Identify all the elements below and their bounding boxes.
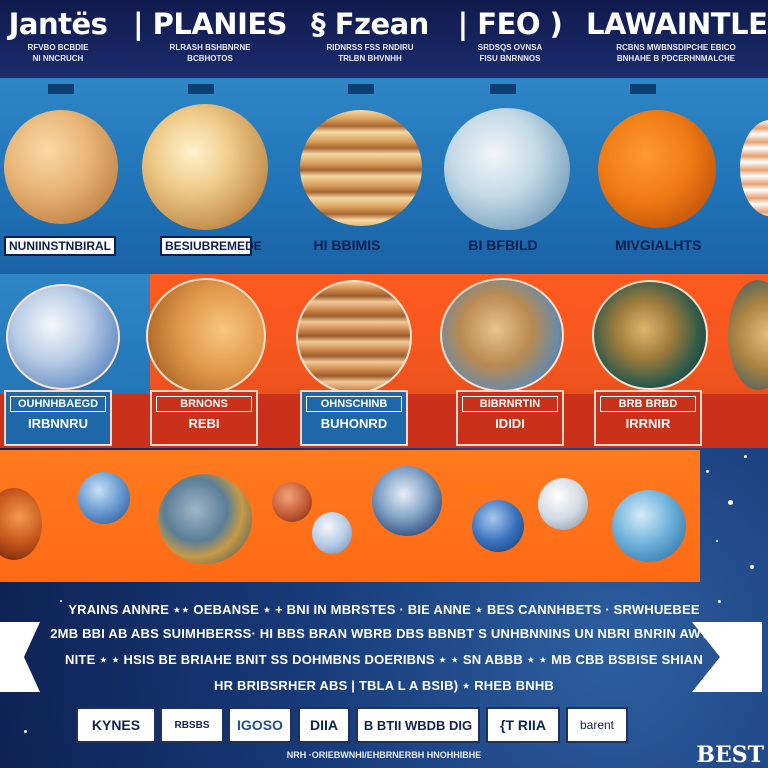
header-col-1: Jantës RFVBO BCBDIE NI NNCRUCH: [8, 6, 108, 64]
header-col-3: § Fzean RIDNRSS FSS RNDIRU TRLBN BHVNHH: [300, 6, 440, 64]
footer-fineprint: NRH ·ORIEBWNHI/EHBRNERBH HNOHHIBHE: [286, 750, 482, 760]
header-sub: RIDNRSS FSS RNDIRU: [326, 43, 414, 52]
planet-mercury: [146, 278, 266, 394]
sponsor-logo: barent: [566, 707, 628, 743]
planet-small-blue-2: [472, 500, 524, 552]
planet-tag-text: BUHONRD: [320, 416, 388, 431]
planet-tag-title: BRB BRBD: [600, 396, 696, 412]
planet-label-1: NUNIINSTNBIRAL: [4, 234, 116, 270]
planet-tag-text: REBI: [188, 416, 220, 431]
planet-partial-2: [728, 280, 768, 390]
sponsor-logo: DIIA: [298, 707, 350, 743]
planet-tag-title: BIBRNRTIN: [462, 396, 558, 412]
planet-small-neptune: [612, 490, 686, 562]
footer-line-3: NITE ⋆ ⋆ HSIS BE BRIAHE BNIT SS DOHMBNS …: [65, 652, 703, 667]
planet-row-2: OUHNHBAEGD IRBNNRU BRNONS REBI OHNSCHINB…: [0, 274, 768, 448]
header-col-4: | FEO ) SRDSQS OVNSA FISU BNRNNOS: [450, 6, 570, 64]
header-title-4: | FEO ): [457, 7, 563, 41]
planet-label-text: HI BBIMIS: [313, 237, 381, 253]
planet-tag-title: OHNSCHINB: [306, 396, 402, 412]
planet-saturn: [300, 110, 422, 226]
planet-row-1: NUNIINSTNBIRAL BESIUBREMEDE HI BBIMIS BI…: [0, 78, 768, 274]
footer-line-2: 2MB BBI AB ABS SUIMHBERSS· HI BBS BRAN W…: [50, 626, 718, 641]
header-col-5: LAWAINTLE RCBNS MWBNSDIPCHE EBICO BNHAHE…: [586, 6, 768, 64]
sponsor-logo: IGOSO: [228, 707, 292, 743]
header-title-2: | PLANIES: [132, 7, 288, 41]
planet-tag-title: OUHNHBAEGD: [10, 396, 106, 412]
row-marker: [48, 84, 74, 94]
planet-label-2: BESIUBREMEDE: [160, 234, 262, 270]
planet-label-5: MIVGIALHTS: [612, 234, 702, 270]
planet-tag-4: BIBRNRTIN IDIDI: [456, 390, 564, 446]
header-title-5: LAWAINTLE: [586, 7, 768, 41]
planet-small-earth: [372, 466, 442, 536]
planet-label-4: BI BFBILD: [460, 234, 546, 270]
planet-tag-text: IRRNIR: [625, 416, 671, 431]
footer-line-1: YRAINS ANNRE ⋆⋆ OEBANSE ⋆ + BNI IN MBRST…: [68, 602, 700, 617]
header-sub: FISU BNRNNOS: [479, 54, 541, 63]
header-sub: NI NNCRUCH: [32, 54, 84, 63]
planet-mars-orange: [598, 110, 716, 228]
planet-small-red: [0, 488, 42, 560]
planet-label-text: MIVGIALHTS: [615, 237, 702, 253]
header-title-1: Jantës: [8, 7, 108, 41]
row-marker: [348, 84, 374, 94]
planet-label-text: NUNIINSTNBIRAL: [4, 236, 116, 256]
planet-tag-3: OHNSCHINB BUHONRD: [300, 390, 408, 446]
row-marker: [490, 84, 516, 94]
header-sub: RFVBO BCBDIE: [27, 43, 89, 52]
header-sub: RCBNS MWBNSDIPCHE EBICO: [616, 43, 736, 52]
header-sub: TRLBN BHVNHH: [338, 54, 402, 63]
header-sub: SRDSQS OVNSA: [477, 43, 543, 52]
planet-tag-text: IRBNNRU: [28, 416, 88, 431]
planet-label-text: BESIUBREMEDE: [160, 236, 262, 256]
planet-medium: [158, 474, 252, 564]
sponsor-logo: B BTII WBDB DIG: [356, 707, 480, 743]
row-marker: [630, 84, 656, 94]
planet-small-white: [538, 478, 588, 530]
planet-tag-1: OUHNHBAEGD IRBNNRU: [4, 390, 112, 446]
sponsor-logo: RBSBS: [160, 707, 224, 743]
planet-label-3: HI BBIMIS: [306, 234, 388, 270]
planet-uranus: [444, 108, 570, 230]
planet-neptune-light: [6, 284, 120, 390]
header-title-3: § Fzean: [311, 7, 429, 41]
header-sub: BCBHOTOS: [187, 54, 233, 63]
planet-tag-5: BRB BRBD IRRNIR: [594, 390, 702, 446]
row-marker: [188, 84, 214, 94]
planet-tiny-light: [312, 512, 352, 554]
planet-tag-2: BRNONS REBI: [150, 390, 258, 446]
planet-label-text: BI BFBILD: [468, 237, 538, 253]
planet-tiny-mars: [272, 482, 312, 522]
header-banner: Jantës RFVBO BCBDIE NI NNCRUCH | PLANIES…: [0, 0, 768, 78]
sponsor-logo: {T RIIA: [486, 707, 560, 743]
header-sub: BNHAHE B PDCERHNMALCHE: [616, 54, 736, 63]
planet-small-blue: [78, 472, 130, 524]
header-col-2: | PLANIES RLRASH BSHBNRNE BCBHOTOS: [130, 6, 290, 64]
best-badge: BEST: [696, 742, 764, 768]
planet-jupiter: [4, 110, 118, 224]
planet-venus: [142, 104, 268, 230]
planet-tag-title: BRNONS: [156, 396, 252, 412]
planet-partial: [740, 120, 768, 216]
footer-line-4: HR BRIBSRHER ABS | TBLA L A BSIB) ⋆ RHEB…: [214, 678, 554, 693]
planet-saturn-2: [296, 280, 412, 394]
planet-tag-text: IDIDI: [495, 416, 525, 431]
planet-row-3: [0, 450, 700, 582]
sponsor-logo: KYNES: [76, 707, 156, 743]
planet-earth-like: [440, 278, 564, 392]
header-sub: RLRASH BSHBNRNE: [169, 43, 251, 52]
planet-earth: [592, 280, 708, 390]
